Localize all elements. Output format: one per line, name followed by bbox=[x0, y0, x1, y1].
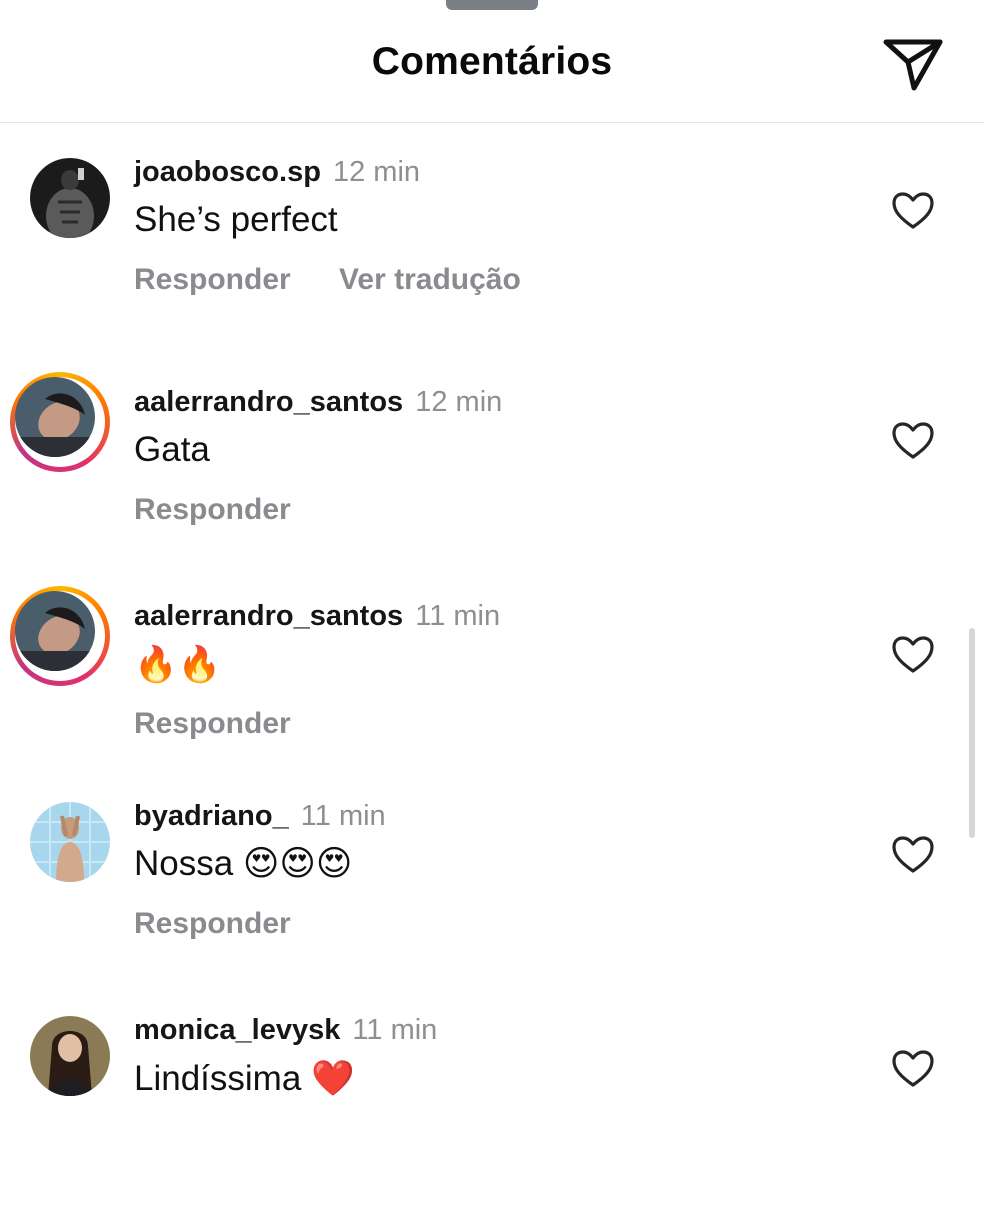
comment-username[interactable]: byadriano_ bbox=[134, 800, 289, 832]
avatar-story-ring[interactable] bbox=[10, 586, 110, 686]
avatar-image bbox=[30, 802, 110, 882]
reply-button[interactable]: Responder bbox=[134, 907, 291, 940]
comment-text: Nossa 😍😍😍 bbox=[134, 844, 353, 883]
avatar-image bbox=[15, 591, 95, 671]
reply-button[interactable]: Responder bbox=[134, 263, 291, 296]
reply-button[interactable]: Responder bbox=[134, 707, 291, 740]
comment-meta: byadriano_ 11 min bbox=[134, 800, 386, 833]
comment-username[interactable]: aalerrandro_santos bbox=[134, 600, 403, 632]
avatar-image bbox=[30, 158, 110, 238]
avatar[interactable] bbox=[30, 1016, 110, 1096]
comment-meta: monica_levysk 11 min bbox=[134, 1014, 437, 1047]
reply-button[interactable]: Responder bbox=[134, 493, 291, 526]
comment-item: monica_levysk 11 min Lindíssima ❤️ bbox=[0, 1014, 984, 1216]
comment-actions: Responder Ver tradução bbox=[134, 263, 521, 297]
heart-outline-icon[interactable] bbox=[892, 636, 934, 674]
comment-item: byadriano_ 11 min Nossa 😍😍😍 Responder bbox=[0, 800, 984, 1002]
comment-time: 11 min bbox=[415, 600, 501, 632]
heart-outline-icon[interactable] bbox=[892, 192, 934, 230]
comment-meta: aalerrandro_santos 11 min bbox=[134, 600, 500, 633]
comment-username[interactable]: joaobosco.sp bbox=[134, 156, 321, 188]
comment-username[interactable]: aalerrandro_santos bbox=[134, 386, 403, 418]
comments-header: Comentários bbox=[0, 0, 984, 123]
comment-time: 12 min bbox=[332, 156, 421, 188]
see-translation-button[interactable]: Ver tradução bbox=[339, 263, 521, 296]
comment-text: Lindíssima ❤️ bbox=[134, 1059, 355, 1098]
paper-plane-icon[interactable] bbox=[880, 36, 946, 94]
heart-outline-icon[interactable] bbox=[892, 836, 934, 874]
comment-time: 11 min bbox=[352, 1014, 438, 1046]
comment-meta: joaobosco.sp 12 min bbox=[134, 156, 420, 189]
comment-username[interactable]: monica_levysk bbox=[134, 1014, 340, 1046]
comment-item: aalerrandro_santos 11 min 🔥🔥 Responder bbox=[0, 586, 984, 802]
avatar-image bbox=[30, 1016, 110, 1096]
scrollbar[interactable] bbox=[969, 628, 975, 838]
comment-actions: Responder bbox=[134, 907, 291, 941]
comment-item: joaobosco.sp 12 min She’s perfect Respon… bbox=[0, 156, 984, 358]
comment-actions: Responder bbox=[134, 707, 291, 741]
comment-text: Gata bbox=[134, 430, 210, 469]
comment-meta: aalerrandro_santos 12 min bbox=[134, 386, 502, 419]
avatar-story-ring[interactable] bbox=[10, 372, 110, 472]
comment-text: 🔥🔥 bbox=[134, 645, 222, 684]
comment-item: aalerrandro_santos 12 min Gata Responder bbox=[0, 372, 984, 588]
avatar-image bbox=[15, 377, 95, 457]
page-title: Comentários bbox=[371, 40, 613, 83]
heart-outline-icon[interactable] bbox=[892, 422, 934, 460]
comment-actions: Responder bbox=[134, 493, 291, 527]
comment-text: She’s perfect bbox=[134, 200, 338, 239]
avatar[interactable] bbox=[30, 802, 110, 882]
avatar[interactable] bbox=[30, 158, 110, 238]
comment-time: 11 min bbox=[300, 800, 386, 832]
comment-time: 12 min bbox=[415, 386, 503, 418]
heart-outline-icon[interactable] bbox=[892, 1050, 934, 1088]
